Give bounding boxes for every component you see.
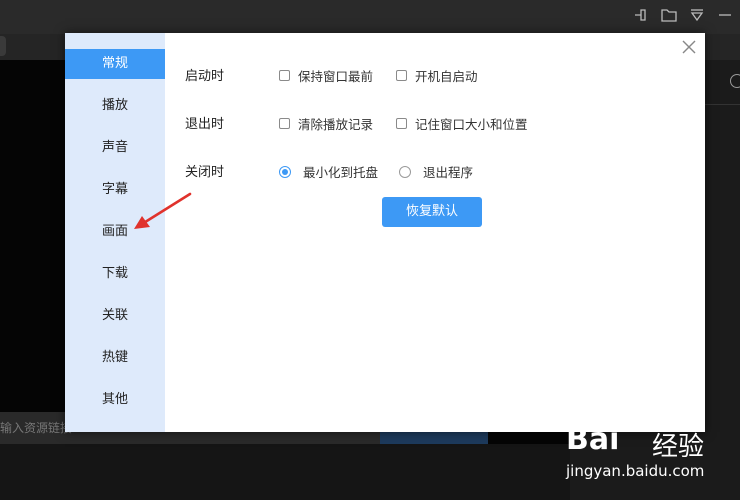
checkbox-box [396,118,407,129]
autostart-checkbox[interactable]: 开机自启动 [396,66,478,85]
autostart-label: 开机自启动 [415,69,478,84]
nav-item-playback[interactable]: 播放 [65,91,165,121]
radio-dot [399,165,411,178]
baidu-watermark: Bai 经验 jingyan.baidu.com [564,418,740,500]
nav-item-audio[interactable]: 声音 [65,133,165,163]
watermark-logo: Bai [566,422,620,457]
exit-program-label: 退出程序 [423,165,474,180]
exit-program-radio[interactable]: 退出程序 [399,162,473,181]
radio-dot [279,165,291,178]
on-close-label: 关闭时 [185,165,225,180]
playlist-search-icon[interactable] [730,74,740,88]
nav-item-association[interactable]: 关联 [65,301,165,331]
clear-history-label: 清除播放记录 [298,117,374,132]
pin-icon[interactable] [632,6,650,24]
watermark-url: jingyan.baidu.com [566,462,705,480]
link-input-placeholder: 输入资源链接 [0,421,73,435]
restore-defaults-button[interactable]: 恢复默认 [382,197,482,227]
nav-item-download[interactable]: 下载 [65,259,165,289]
startup-label: 启动时 [185,69,225,84]
checkbox-box [396,70,407,81]
remember-window-checkbox[interactable]: 记住窗口大小和位置 [396,114,528,133]
exit-label: 退出时 [185,117,225,132]
keep-on-top-label: 保持窗口最前 [298,69,374,84]
minimize-to-tray-radio[interactable]: 最小化到托盘 [279,162,378,181]
keep-on-top-checkbox[interactable]: 保持窗口最前 [279,66,373,85]
remember-window-label: 记住窗口大小和位置 [415,117,528,132]
title-bar [0,0,740,34]
tab-handle[interactable] [0,36,6,56]
clear-history-checkbox[interactable]: 清除播放记录 [279,114,373,133]
control-bar [0,444,570,500]
checkbox-box [279,118,290,129]
checkbox-box [279,70,290,81]
nav-item-general[interactable]: 常规 [65,49,165,79]
menu-dropdown-icon[interactable] [688,6,706,24]
annotation-arrow-icon [134,192,192,229]
folder-icon[interactable] [660,6,678,24]
close-icon[interactable] [681,39,697,55]
nav-item-other[interactable]: 其他 [65,385,165,415]
watermark-brand: 经验 [652,432,705,462]
minimize-to-tray-label: 最小化到托盘 [303,165,379,180]
minimize-icon[interactable] [716,6,734,24]
nav-item-hotkeys[interactable]: 热键 [65,343,165,373]
